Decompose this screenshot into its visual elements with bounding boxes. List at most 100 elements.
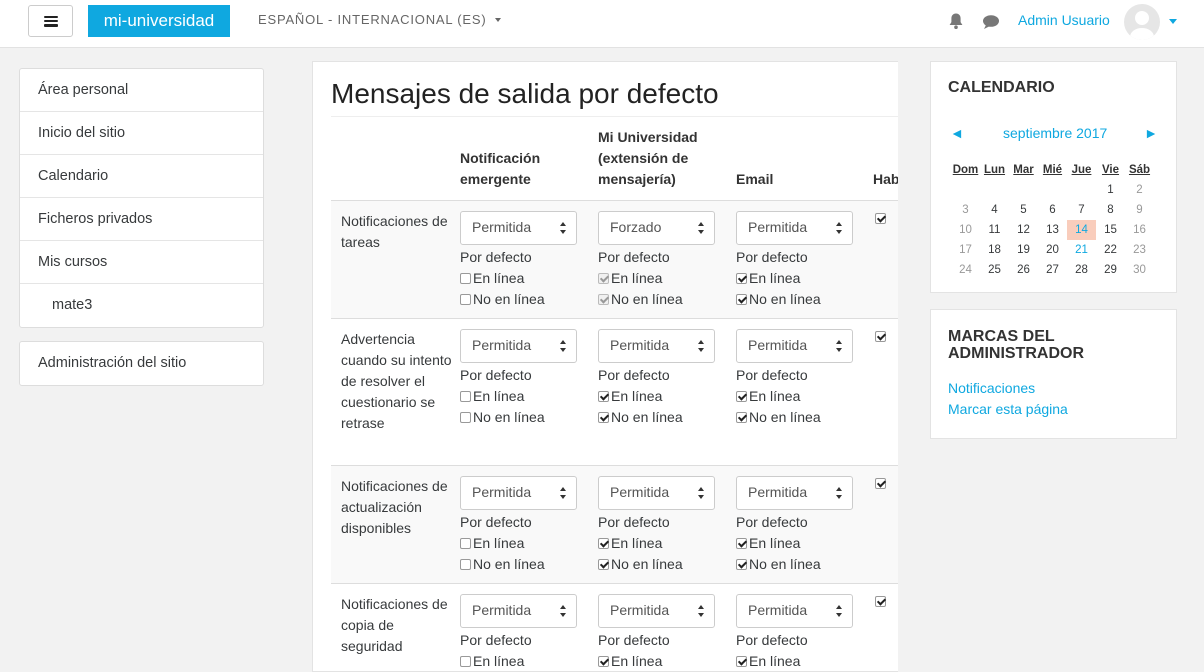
link-marcar-pagina[interactable]: Marcar esta página <box>948 401 1068 417</box>
email-settings: PermitidaPor defectoEn líneaNo en línea <box>736 594 856 671</box>
email-permission-select[interactable]: Permitida <box>736 476 853 510</box>
mobile-permission-select[interactable]: Forzado <box>598 211 715 245</box>
calendar-day[interactable]: 13 <box>1038 220 1067 240</box>
user-caret-icon[interactable] <box>1169 19 1177 24</box>
calendar-day[interactable]: 14 <box>1067 220 1096 240</box>
previous-month-arrow-icon[interactable]: ◄ <box>950 125 964 141</box>
popup-online-checkbox[interactable] <box>460 273 471 284</box>
calendar-day[interactable]: 19 <box>1009 240 1038 260</box>
popup-online-checkbox[interactable] <box>460 656 471 667</box>
calendar-day[interactable]: 5 <box>1009 200 1038 220</box>
email-online-checkbox[interactable] <box>736 391 747 402</box>
calendar-day[interactable]: 25 <box>980 260 1009 280</box>
nav-item-administracion[interactable]: Administración del sitio <box>20 342 263 385</box>
link-notificaciones[interactable]: Notificaciones <box>948 380 1035 396</box>
calendar-day[interactable]: 26 <box>1009 260 1038 280</box>
nav-item-calendario[interactable]: Calendario <box>20 155 263 198</box>
title-divider <box>331 116 898 117</box>
weekday-header: Mié <box>1042 164 1063 176</box>
email-offline-checkbox[interactable] <box>736 559 747 570</box>
email-online-checkbox[interactable] <box>736 656 747 667</box>
calendar-day[interactable]: 6 <box>1038 200 1067 220</box>
mobile-online-checkbox[interactable] <box>598 656 609 667</box>
default-label: Por defecto <box>460 249 532 265</box>
mobile-online-checkbox[interactable] <box>598 538 609 549</box>
nav-item-inicio-sitio[interactable]: Inicio del sitio <box>20 112 263 155</box>
calendar-day[interactable]: 4 <box>980 200 1009 220</box>
email-online-checkbox[interactable] <box>736 273 747 284</box>
calendar-day[interactable]: 24 <box>951 260 980 280</box>
popup-offline-checkbox[interactable] <box>460 294 471 305</box>
calendar-day[interactable]: 18 <box>980 240 1009 260</box>
nav-item-course-mate3[interactable]: mate3 <box>20 284 263 327</box>
calendar-day[interactable]: 22 <box>1096 240 1125 260</box>
notification-row: Notificaciones de actualización disponib… <box>331 465 898 583</box>
enabled-checkbox[interactable] <box>875 478 886 489</box>
avatar[interactable] <box>1124 4 1160 40</box>
site-brand[interactable]: mi-universidad <box>88 5 230 37</box>
navigation-block: Área personal Inicio del sitio Calendari… <box>19 68 264 328</box>
weekday-header: Mar <box>1013 164 1034 176</box>
mobile-permission-select[interactable]: Permitida <box>598 594 715 628</box>
select-arrows-icon <box>560 222 567 234</box>
select-arrows-icon <box>698 487 705 499</box>
user-menu-name[interactable]: Admin Usuario <box>1018 12 1110 28</box>
mobile-permission-select[interactable]: Permitida <box>598 329 715 363</box>
calendar-day[interactable]: 15 <box>1096 220 1125 240</box>
nav-item-ficheros-privados[interactable]: Ficheros privados <box>20 198 263 241</box>
popup-permission-select[interactable]: Permitida <box>460 476 577 510</box>
calendar-day[interactable]: 23 <box>1125 240 1154 260</box>
calendar-day[interactable]: 17 <box>951 240 980 260</box>
calendar-day[interactable]: 27 <box>1038 260 1067 280</box>
calendar-day[interactable]: 30 <box>1125 260 1154 280</box>
nav-item-area-personal[interactable]: Área personal <box>20 69 263 112</box>
bell-icon[interactable] <box>948 12 964 30</box>
calendar-day[interactable]: 11 <box>980 220 1009 240</box>
email-permission-select[interactable]: Permitida <box>736 329 853 363</box>
popup-online-checkbox[interactable] <box>460 391 471 402</box>
calendar-day[interactable]: 28 <box>1067 260 1096 280</box>
popup-permission-select[interactable]: Permitida <box>460 211 577 245</box>
enabled-checkbox[interactable] <box>875 331 886 342</box>
calendar-day[interactable]: 20 <box>1038 240 1067 260</box>
nav-item-mis-cursos[interactable]: Mis cursos <box>20 241 263 284</box>
calendar-day[interactable]: 3 <box>951 200 980 220</box>
email-offline-checkbox[interactable] <box>736 294 747 305</box>
default-label: Por defecto <box>736 367 808 383</box>
enabled-checkbox[interactable] <box>875 596 886 607</box>
calendar-day[interactable]: 8 <box>1096 200 1125 220</box>
language-menu[interactable]: ESPAÑOL - INTERNACIONAL (ES) <box>258 12 501 27</box>
email-permission-select[interactable]: Permitida <box>736 211 853 245</box>
notification-name: Notificaciones de copia de seguridad <box>341 596 448 654</box>
calendar-day[interactable]: 29 <box>1096 260 1125 280</box>
mobile-offline-checkbox[interactable] <box>598 412 609 423</box>
calendar-day[interactable]: 21 <box>1067 240 1096 260</box>
popup-permission-select[interactable]: Permitida <box>460 329 577 363</box>
calendar-day[interactable]: 1 <box>1096 180 1125 200</box>
menu-toggle-button[interactable] <box>28 5 73 37</box>
popup-online-checkbox[interactable] <box>460 538 471 549</box>
caret-down-icon <box>494 17 501 22</box>
email-offline-checkbox[interactable] <box>736 412 747 423</box>
next-month-arrow-icon[interactable]: ► <box>1144 125 1158 141</box>
calendar-day <box>1067 180 1096 200</box>
email-online-checkbox[interactable] <box>736 538 747 549</box>
email-settings: PermitidaPor defectoEn líneaNo en línea <box>736 476 856 575</box>
calendar-day[interactable]: 9 <box>1125 200 1154 220</box>
calendar-day[interactable]: 12 <box>1009 220 1038 240</box>
mobile-permission-select[interactable]: Permitida <box>598 476 715 510</box>
calendar-day[interactable]: 2 <box>1125 180 1154 200</box>
calendar-day[interactable]: 7 <box>1067 200 1096 220</box>
popup-offline-checkbox[interactable] <box>460 412 471 423</box>
popup-permission-select[interactable]: Permitida <box>460 594 577 628</box>
calendar-day[interactable]: 10 <box>951 220 980 240</box>
chat-icon[interactable] <box>982 14 1000 30</box>
calendar-month-link[interactable]: septiembre 2017 <box>1003 125 1107 141</box>
email-permission-select[interactable]: Permitida <box>736 594 853 628</box>
mobile-online-checkbox[interactable] <box>598 391 609 402</box>
enabled-checkbox[interactable] <box>875 213 886 224</box>
mobile-offline-checkbox[interactable] <box>598 559 609 570</box>
mobile-online-checkbox <box>598 273 609 284</box>
popup-offline-checkbox[interactable] <box>460 559 471 570</box>
calendar-day[interactable]: 16 <box>1125 220 1154 240</box>
